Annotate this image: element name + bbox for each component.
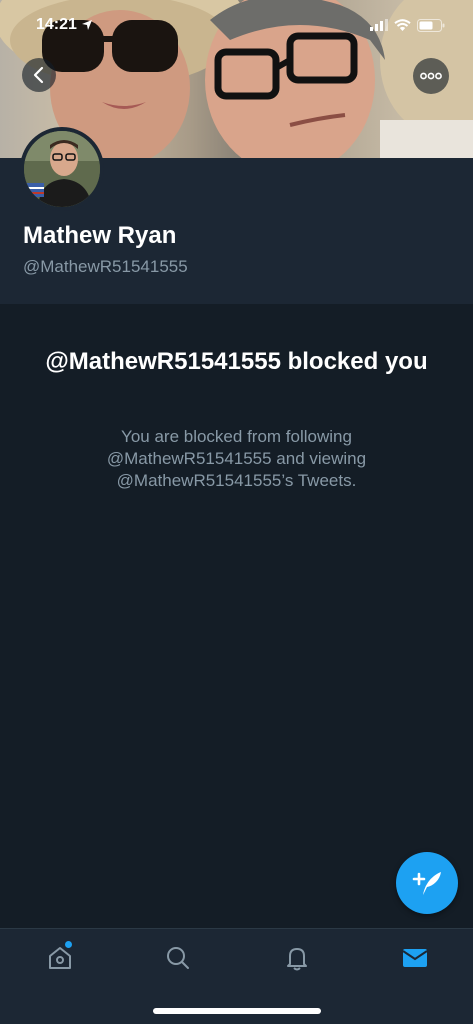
more-horizontal-icon [420,72,442,80]
search-icon [167,947,189,969]
blocked-description: You are blocked from following @MathewR5… [106,427,367,490]
home-indicator [153,1008,321,1014]
battery-icon [417,18,445,32]
more-options-button[interactable] [413,58,449,94]
profile-handle: @MathewR51541555 [23,257,188,276]
tab-notifications[interactable] [277,941,317,975]
location-arrow-icon [81,20,92,30]
tab-messages[interactable] [395,941,435,975]
blocked-title: @MathewR51541555 blocked you [45,348,428,375]
status-icons [370,18,445,32]
status-time-text: 14:21 [36,16,77,33]
envelope-icon [402,949,428,967]
avatar-photo [24,131,100,207]
tab-search[interactable] [158,941,198,975]
tab-home[interactable] [40,941,80,975]
home-notification-dot [65,941,72,948]
avatar[interactable] [20,127,104,211]
chevron-left-icon [33,66,44,84]
status-bar: 14:21 [0,0,473,50]
bell-icon [287,948,307,971]
back-button[interactable] [22,58,56,92]
status-time: 14:21 [36,16,93,34]
cellular-signal-icon [370,19,388,31]
profile-display-name: Mathew Ryan [23,222,177,249]
home-icon [49,947,71,969]
compose-tweet-button[interactable] [396,852,458,914]
wifi-icon [394,18,411,31]
compose-tweet-icon [412,872,441,895]
